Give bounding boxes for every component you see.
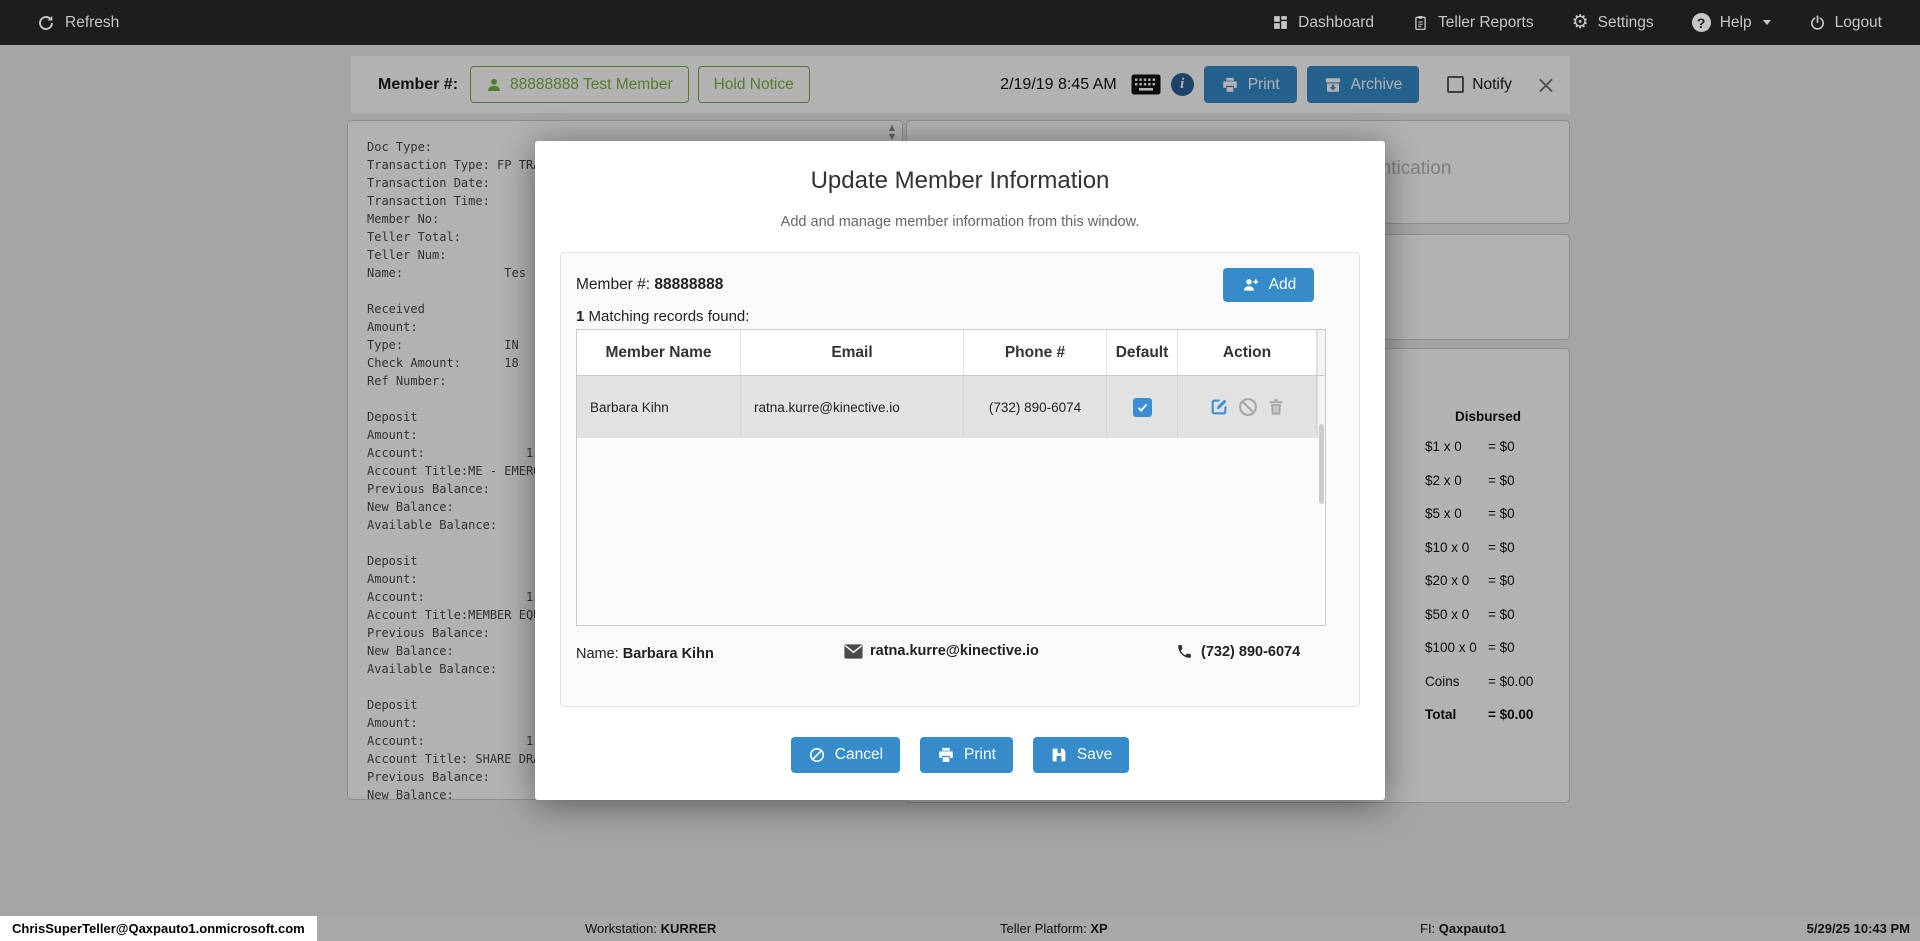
edit-record-button[interactable] (1208, 396, 1230, 418)
modal-title: Update Member Information (810, 167, 1110, 194)
nav-item-label: Logout (1834, 13, 1882, 31)
modal-inner-panel: Member #: 88888888 Add 1 Matching record… (560, 252, 1360, 707)
column-header-phone: Phone # (964, 330, 1107, 375)
nav-item-teller-reports[interactable]: Teller Reports (1412, 14, 1534, 32)
add-member-button[interactable]: Add (1223, 268, 1314, 302)
table-scrollbar[interactable] (1317, 376, 1325, 504)
default-checkbox-checked[interactable] (1132, 397, 1152, 417)
nav-menu: Dashboard Teller Reports ⚙ Settings ? He… (1272, 13, 1920, 32)
teller-platform-status: Teller Platform: XP (1000, 921, 1108, 936)
column-header-member-name: Member Name (577, 330, 741, 375)
cell-member-name: Barbara Kihn (577, 376, 741, 438)
column-header-default: Default (1107, 330, 1178, 375)
teller-app-screen: Refresh Dashboard Teller Reports ⚙ Setti… (0, 0, 1920, 941)
save-label: Save (1076, 746, 1113, 763)
table-scrollbar[interactable] (1317, 330, 1325, 375)
save-icon (1052, 748, 1066, 762)
clipboard-icon (1415, 15, 1426, 30)
nav-item-help[interactable]: ? Help (1691, 13, 1771, 32)
matching-records-text: 1 Matching records found: (576, 308, 750, 325)
modal-member-number: Member #: 88888888 (576, 276, 723, 294)
chevron-down-icon (1762, 20, 1771, 25)
save-button[interactable]: Save (1032, 737, 1130, 773)
cell-default (1107, 376, 1178, 438)
nav-item-settings[interactable]: ⚙ Settings (1572, 13, 1654, 32)
fi-status: FI: Qaxpauto1 (1420, 921, 1506, 936)
workstation-status: Workstation: KURRER (585, 921, 717, 936)
modal-print-button[interactable]: Print (920, 737, 1013, 773)
edit-icon (1211, 399, 1227, 415)
add-label: Add (1268, 276, 1297, 293)
summary-phone: (732) 890-6074 (1176, 643, 1300, 660)
column-header-email: Email (741, 330, 964, 375)
nav-item-label: Dashboard (1298, 13, 1374, 31)
modal-print-label: Print (964, 746, 996, 763)
nav-item-dashboard[interactable]: Dashboard (1272, 14, 1374, 32)
status-bar: ChrisSuperTeller@Qaxpauto1.onmicrosoft.c… (0, 916, 1920, 941)
refresh-button[interactable]: Refresh (0, 14, 119, 32)
nav-item-label: Teller Reports (1438, 13, 1534, 31)
gear-icon: ⚙ (1571, 11, 1589, 33)
modal-buttons: Cancel Print Save (535, 737, 1385, 773)
cancel-label: Cancel (834, 746, 884, 763)
status-datetime: 5/29/25 10:43 PM (1806, 921, 1910, 936)
person-add-icon (1243, 279, 1258, 291)
cell-email: ratna.kurre@kinective.io (741, 376, 964, 438)
cell-action (1178, 376, 1317, 438)
cell-phone: (732) 890-6074 (964, 376, 1107, 438)
trash-icon (1269, 399, 1283, 415)
block-icon (1239, 398, 1257, 416)
modal-subtitle: Add and manage member information from t… (780, 214, 1140, 230)
cancel-button[interactable]: Cancel (790, 737, 901, 773)
summary-name-value: Barbara Kihn (622, 646, 714, 662)
summary-phone-value: (732) 890-6074 (1201, 643, 1301, 660)
table-row[interactable]: Barbara Kihn ratna.kurre@kinective.io (7… (577, 376, 1325, 504)
dashboard-icon (1274, 16, 1288, 29)
logged-in-user: ChrisSuperTeller@Qaxpauto1.onmicrosoft.c… (0, 916, 317, 941)
delete-record-button[interactable] (1266, 396, 1286, 418)
summary-name-label: Name: (576, 646, 623, 662)
nav-item-label: Settings (1597, 13, 1654, 31)
envelope-icon (844, 643, 863, 659)
block-record-button[interactable] (1237, 396, 1259, 418)
refresh-icon (39, 15, 53, 30)
scrollbar-thumb[interactable] (1319, 424, 1324, 504)
top-nav-bar: Refresh Dashboard Teller Reports ⚙ Setti… (0, 0, 1920, 45)
help-icon: ? (1691, 13, 1711, 32)
nav-item-label: Help (1719, 13, 1752, 31)
checkmark-icon (1137, 403, 1147, 412)
refresh-label: Refresh (65, 13, 120, 31)
cancel-icon (809, 747, 824, 763)
summary-email: ratna.kurre@kinective.io (844, 643, 1039, 659)
member-records-table: Member Name Email Phone # Default Action… (576, 329, 1326, 626)
selected-record-summary: Name: Barbara Kihn ratna.kurre@kinective… (576, 633, 1326, 678)
printer-icon (939, 747, 953, 762)
phone-icon (1178, 645, 1191, 658)
nav-item-logout[interactable]: Logout (1809, 14, 1882, 32)
column-header-action: Action (1178, 330, 1317, 375)
table-header-row: Member Name Email Phone # Default Action (577, 330, 1325, 376)
summary-name: Name: Barbara Kihn (576, 646, 714, 662)
summary-email-value: ratna.kurre@kinective.io (870, 643, 1039, 659)
modal-member-value: 88888888 (654, 276, 724, 293)
power-icon (1810, 14, 1824, 30)
modal-member-label: Member #: (576, 276, 651, 293)
update-member-modal: Update Member Information Add and manage… (535, 141, 1385, 800)
